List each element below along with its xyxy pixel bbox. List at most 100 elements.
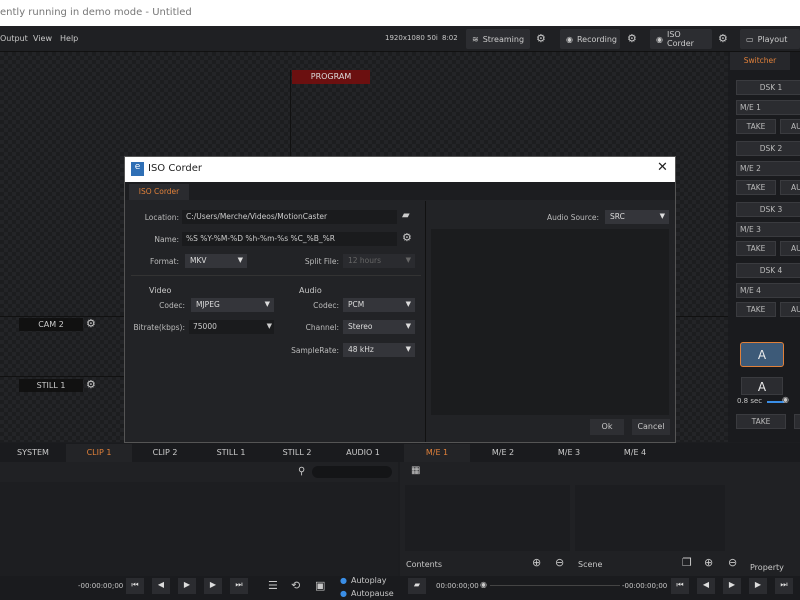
step-back-icon[interactable]: ◀: [152, 578, 170, 594]
menu-help[interactable]: Help: [60, 34, 78, 43]
iso-corder-button[interactable]: ◉ ISO Corder: [650, 29, 712, 49]
dsk-button[interactable]: DSK 4: [736, 263, 800, 278]
playout-button[interactable]: ▭ Playout: [740, 29, 800, 49]
format-select[interactable]: MKV ▼: [185, 254, 247, 268]
dsk-button[interactable]: DSK 3: [736, 202, 800, 217]
tab-clip-2[interactable]: CLIP 2: [132, 444, 198, 462]
samplerate-select[interactable]: 48 kHz ▼: [343, 343, 415, 357]
skip-end-icon[interactable]: ⏭: [775, 578, 793, 594]
ok-button[interactable]: Ok: [590, 419, 624, 435]
name-settings-icon[interactable]: ⚙: [402, 231, 412, 244]
gear-icon[interactable]: ⚙: [86, 378, 96, 391]
contents-list[interactable]: [405, 485, 570, 551]
take-button[interactable]: TAKE: [736, 180, 776, 195]
iso-settings-icon[interactable]: ⚙: [718, 32, 728, 45]
recording-button[interactable]: ◉ Recording: [560, 29, 620, 49]
step-forward-icon[interactable]: ▶: [749, 578, 767, 594]
scene-list[interactable]: [575, 485, 725, 551]
tab-audio-1[interactable]: AUDIO 1: [330, 444, 396, 462]
scene-label: Scene: [578, 560, 603, 569]
me-button[interactable]: M/E 2: [736, 161, 800, 176]
slider-handle[interactable]: ◉: [782, 395, 789, 404]
seek-handle[interactable]: ◉: [480, 580, 487, 589]
add-file-icon[interactable]: ▰: [408, 578, 426, 594]
menu-output[interactable]: Output: [0, 34, 28, 43]
recording-settings-icon[interactable]: ⚙: [627, 32, 637, 45]
skip-start-icon[interactable]: ⏮: [671, 578, 689, 594]
take-button[interactable]: TAKE: [736, 302, 776, 317]
gear-icon[interactable]: ⚙: [86, 317, 96, 330]
tab-system[interactable]: SYSTEM: [0, 444, 66, 462]
grid-icon[interactable]: ▦: [411, 465, 420, 476]
audio-source-select[interactable]: SRC ▼: [605, 210, 669, 224]
streaming-settings-icon[interactable]: ⚙: [536, 32, 546, 45]
loop-icon[interactable]: ⟲: [291, 579, 300, 592]
tab-still-2[interactable]: STILL 2: [264, 444, 330, 462]
clapper-icon[interactable]: ▣: [315, 579, 325, 592]
divider: [0, 376, 130, 377]
auto-button[interactable]: [794, 414, 800, 429]
clip-list[interactable]: [0, 482, 398, 576]
a-active-button[interactable]: A: [740, 342, 784, 367]
source-label-still1: STILL 1: [19, 379, 83, 392]
playlist-icon[interactable]: ☰: [268, 579, 278, 592]
tab-me-3[interactable]: M/E 3: [536, 444, 602, 462]
search-icon[interactable]: ⚲: [298, 466, 305, 477]
audio-source-list[interactable]: [431, 229, 669, 415]
auto-button[interactable]: AU: [780, 241, 800, 256]
seek-bar[interactable]: [490, 585, 620, 586]
tab-iso-corder[interactable]: ISO Corder: [129, 184, 189, 200]
skip-end-icon[interactable]: ⏭: [230, 578, 248, 594]
tab-still-1[interactable]: STILL 1: [198, 444, 264, 462]
channel-select[interactable]: Stereo ▼: [343, 320, 415, 334]
search-input[interactable]: [312, 466, 392, 478]
video-heading: Video: [149, 286, 172, 295]
tab-switcher[interactable]: Switcher: [730, 52, 790, 70]
play-icon[interactable]: ▶: [723, 578, 741, 594]
dsk-button[interactable]: DSK 2: [736, 141, 800, 156]
close-icon[interactable]: ✕: [657, 160, 668, 175]
step-back-icon[interactable]: ◀: [697, 578, 715, 594]
video-codec-label: Codec:: [159, 301, 185, 310]
bitrate-field[interactable]: 75000 ▼: [189, 320, 274, 334]
autoplay-radio[interactable]: ●: [340, 576, 347, 585]
menu-view[interactable]: View: [33, 34, 52, 43]
autopause-radio[interactable]: ●: [340, 589, 347, 598]
remove-content-icon[interactable]: ⊖: [555, 556, 564, 569]
add-scene-icon[interactable]: ⊕: [704, 556, 713, 569]
take-button[interactable]: TAKE: [736, 119, 776, 134]
remove-scene-icon[interactable]: ⊖: [728, 556, 737, 569]
me-button[interactable]: M/E 4: [736, 283, 800, 298]
me-button[interactable]: M/E 3: [736, 222, 800, 237]
add-content-icon[interactable]: ⊕: [532, 556, 541, 569]
split-file-select: 12 hours ▼: [343, 254, 415, 268]
tab-me-2[interactable]: M/E 2: [470, 444, 536, 462]
me-time-start: 00:00:00;00: [436, 582, 479, 590]
dsk-button[interactable]: DSK 1: [736, 80, 800, 95]
tab-me-1[interactable]: M/E 1: [404, 444, 470, 462]
auto-button[interactable]: AU: [780, 302, 800, 317]
cancel-button[interactable]: Cancel: [632, 419, 670, 435]
tab-clip-1[interactable]: CLIP 1: [66, 444, 132, 462]
streaming-button[interactable]: ≋ Streaming: [466, 29, 530, 49]
copy-scene-icon[interactable]: ❐: [682, 556, 692, 569]
step-forward-icon[interactable]: ▶: [204, 578, 222, 594]
name-field[interactable]: %S %Y-%M-%D %h-%m-%s %C_%B_%R: [182, 232, 397, 246]
autopause-label[interactable]: Autopause: [351, 589, 394, 598]
take-button[interactable]: TAKE: [736, 414, 786, 429]
video-codec-select[interactable]: MJPEG ▼: [191, 298, 274, 312]
me-button[interactable]: M/E 1: [736, 100, 800, 115]
auto-button[interactable]: AU: [780, 119, 800, 134]
folder-icon[interactable]: ▰: [402, 210, 410, 221]
skip-start-icon[interactable]: ⏮: [126, 578, 144, 594]
play-icon[interactable]: ▶: [178, 578, 196, 594]
split-file-label: Split File:: [304, 257, 339, 266]
location-field[interactable]: C:/Users/Merche/Videos/MotionCaster: [182, 210, 397, 224]
audio-codec-select[interactable]: PCM ▼: [343, 298, 415, 312]
tab-me-4[interactable]: M/E 4: [602, 444, 668, 462]
autoplay-label[interactable]: Autoplay: [351, 576, 387, 585]
audio-heading: Audio: [299, 286, 322, 295]
a-button[interactable]: A: [741, 377, 783, 395]
take-button[interactable]: TAKE: [736, 241, 776, 256]
auto-button[interactable]: AU: [780, 180, 800, 195]
